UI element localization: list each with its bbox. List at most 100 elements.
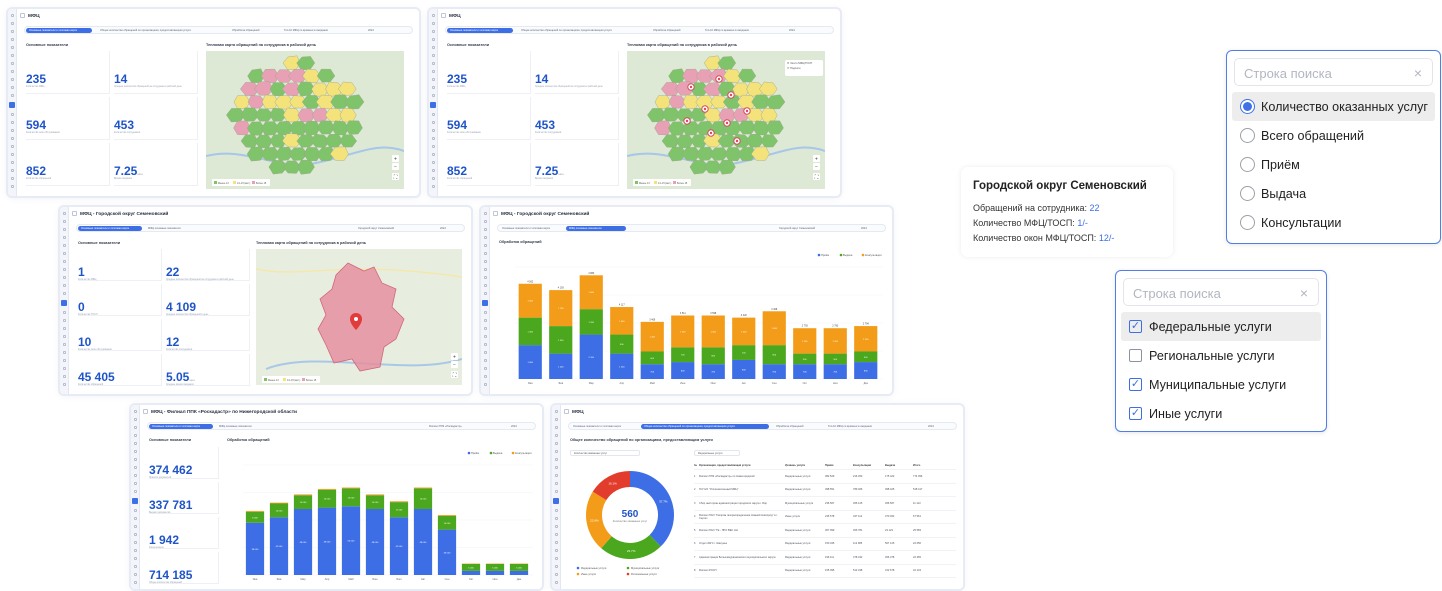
side-navigation-rail[interactable] [429,9,438,196]
nav-icon[interactable] [430,102,436,108]
nav-icon[interactable] [431,177,435,180]
bar-segment[interactable] [341,487,361,489]
nav-icon[interactable] [482,300,488,306]
map-zoom-button[interactable]: ⛶ [392,173,399,180]
map-zoom-button[interactable]: − [451,361,458,368]
mfc-marker-icon[interactable] [733,137,741,145]
nav-icon[interactable] [483,327,487,330]
checkbox-option[interactable]: ✓ Муниципальные услуги [1121,370,1321,399]
table-row[interactable]: 5 Филиал ПАО "ГЕ - ПРО ВЕС НН Федеральные … [694,524,956,538]
nav-icon[interactable] [10,169,14,172]
district-select[interactable]: Городской округ Семеновский [355,226,415,231]
nav-icon[interactable] [10,30,14,33]
nav-icon[interactable] [62,375,66,378]
nav-icon[interactable] [62,268,66,271]
nav-icon[interactable] [431,14,435,17]
nav-icon[interactable] [132,498,138,504]
map-zoom-button[interactable]: + [813,155,820,162]
mfc-marker-icon[interactable] [743,107,751,115]
nav-icon[interactable] [10,78,14,81]
nav-icon[interactable] [62,327,66,330]
nav-icon[interactable] [431,38,435,41]
nav-icon[interactable] [133,541,137,544]
mfc-marker-icon[interactable] [715,75,723,83]
map-zoom-button[interactable]: ⛶ [813,173,820,180]
district-select[interactable]: Городской округ Семеновский [776,226,836,231]
nav-icon[interactable] [483,212,487,215]
mfc-marker-icon[interactable] [683,117,691,125]
nav-icon[interactable] [483,343,487,346]
bar-segment[interactable] [437,515,457,516]
radio-button[interactable] [1240,215,1255,230]
nav-icon[interactable] [9,102,15,108]
heatmap-map[interactable]: Менее 13 13–15 (вкл.) Более 15 + − ⛶ [206,51,404,189]
tab-main[interactable]: Основные показатели и тепловая карта [26,28,92,33]
nav-icon[interactable] [61,300,67,306]
nav-icon[interactable] [554,573,558,576]
nav-icon[interactable] [554,533,558,536]
tab-main[interactable]: Основные показатели и тепловая карта [447,28,513,33]
nav-icon[interactable] [431,185,435,188]
nav-icon[interactable] [483,268,487,271]
nav-icon[interactable] [10,86,14,89]
nav-icon[interactable] [554,517,558,520]
nav-icon[interactable] [554,442,558,445]
nav-icon[interactable] [554,418,558,421]
nav-icon[interactable] [554,410,558,413]
nav-icon[interactable] [62,284,66,287]
nav-icon[interactable] [431,153,435,156]
nav-icon[interactable] [554,482,558,485]
nav-icon[interactable] [554,541,558,544]
nav-icon[interactable] [483,252,487,255]
nav-icon[interactable] [133,573,137,576]
tab-indicators[interactable]: МФЦ основные показатели [145,226,205,231]
tab-top10[interactable]: Топ-10 МФЦ по времени в ожидании [281,28,351,33]
nav-icon[interactable] [431,46,435,49]
nav-icon[interactable] [431,137,435,140]
nav-icon[interactable] [483,276,487,279]
nav-icon[interactable] [133,525,137,528]
nav-icon[interactable] [10,137,14,140]
nav-icon[interactable] [10,94,14,97]
bar-segment[interactable] [461,570,481,575]
nav-icon[interactable] [554,458,558,461]
radio-button[interactable] [1240,186,1255,201]
nav-icon[interactable] [554,581,558,584]
year-select[interactable]: 2024 [786,28,816,33]
checkbox[interactable]: ✓ [1129,378,1142,391]
nav-icon[interactable] [133,565,137,568]
map-zoom-button[interactable]: ⛶ [451,371,458,378]
nav-icon[interactable] [133,434,137,437]
nav-icon[interactable] [133,442,137,445]
mfc-marker-icon[interactable] [701,105,709,113]
nav-icon[interactable] [10,185,14,188]
nav-icon[interactable] [62,260,66,263]
radio-option[interactable]: Консультации [1232,208,1435,237]
nav-icon[interactable] [483,244,487,247]
year-select[interactable]: 2024 [508,424,534,429]
nav-icon[interactable] [483,335,487,338]
nav-icon[interactable] [62,244,66,247]
nav-icon[interactable] [10,54,14,57]
side-navigation-rail[interactable] [60,207,69,394]
tab-main[interactable]: Основные показатели и тепловая карта [499,226,563,231]
district-map[interactable]: Менее 13 13–15 (вкл.) Более 15 + − ⛶ [256,249,462,385]
bar-segment[interactable] [485,570,505,575]
nav-icon[interactable] [10,153,14,156]
tab-requests[interactable]: Обработка обращений [650,28,700,33]
map-zoom-button[interactable]: + [392,155,399,162]
checkbox[interactable]: ✓ [1129,320,1142,333]
table-row[interactable]: 6 Отдел ЗАГС г. Шахунья Федеральные услуги… [694,538,956,551]
nav-icon[interactable] [10,46,14,49]
nav-icon[interactable] [554,474,558,477]
table-row[interactable]: 7 Администрация Большемурашкинского муниц… [694,551,956,565]
year-select[interactable]: 2024 [858,226,884,231]
nav-icon[interactable] [554,434,558,437]
nav-icon[interactable] [431,70,435,73]
year-select[interactable]: 2024 [925,424,951,429]
nav-icon[interactable] [133,482,137,485]
nav-icon[interactable] [133,533,137,536]
nav-icon[interactable] [431,22,435,25]
bar-segment[interactable] [413,487,433,489]
search-input[interactable]: Строка поиска × [1123,278,1319,306]
